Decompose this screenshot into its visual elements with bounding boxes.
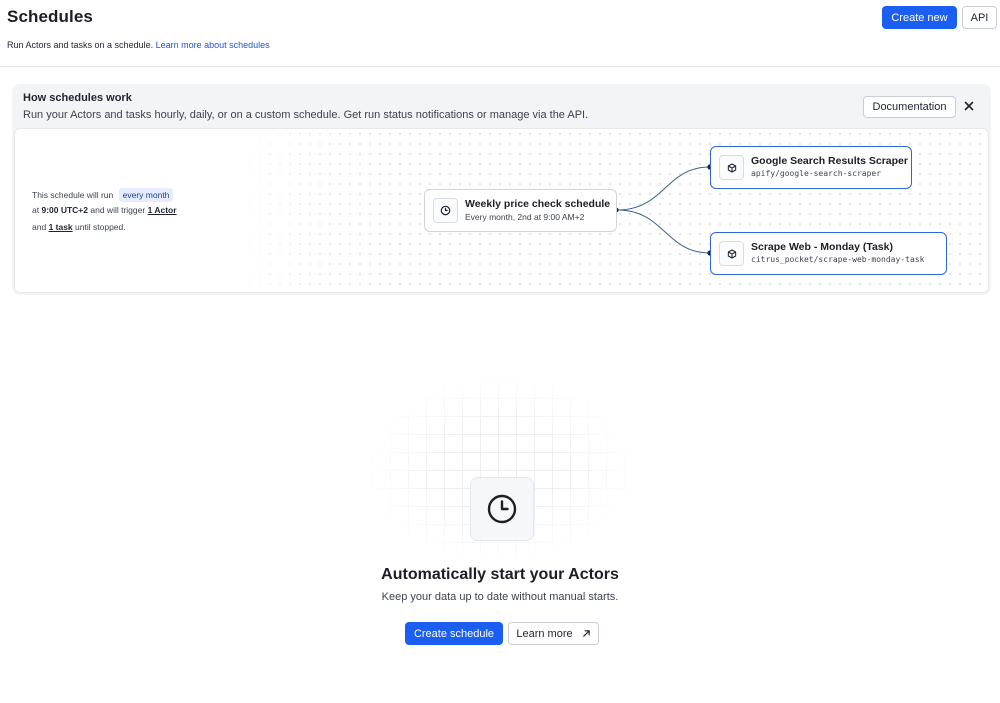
cube-icon <box>719 241 744 266</box>
target-node-id: apify/google-search-scraper <box>751 169 882 178</box>
api-button[interactable]: API <box>962 6 997 29</box>
close-icon[interactable] <box>961 98 977 114</box>
banner-title: How schedules work <box>23 92 132 104</box>
empty-state-description: Keep your data up to date without manual… <box>381 591 619 603</box>
external-arrow-icon <box>582 630 590 637</box>
page-subtitle: Run Actors and tasks on a schedule. Lear… <box>7 40 270 50</box>
target-node-name: Scrape Web - Monday (Task) <box>751 241 893 253</box>
empty-state-title: Automatically start your Actors <box>381 566 619 583</box>
create-schedule-button[interactable]: Create schedule <box>405 622 503 645</box>
target-node-task: Scrape Web - Monday (Task) citrus_pocket… <box>710 232 947 275</box>
learn-more-schedules-link[interactable]: Learn more about schedules <box>156 40 270 50</box>
clock-icon <box>487 494 517 524</box>
target-node-id: citrus_pocket/scrape-web-monday-task <box>751 255 925 264</box>
schedule-node-detail: Every month, 2nd at 9:00 AM+2 <box>465 212 585 222</box>
target-node-name: Google Search Results Scraper <box>751 155 908 167</box>
empty-state-icon-tile <box>470 477 534 541</box>
schedule-node: Weekly price check schedule Every month,… <box>424 189 617 232</box>
learn-more-button[interactable]: Learn more <box>508 622 599 645</box>
clock-icon <box>433 198 458 223</box>
page-header: Schedules Run Actors and tasks on a sche… <box>0 0 1000 67</box>
schedule-node-name: Weekly price check schedule <box>465 198 611 210</box>
subtitle-text: Run Actors and tasks on a schedule. <box>7 40 154 50</box>
schedule-diagram: This schedule will run every month at 9:… <box>14 128 989 293</box>
how-schedules-work-banner: How schedules work Run your Actors and t… <box>12 84 991 295</box>
create-new-button[interactable]: Create new <box>882 6 957 29</box>
target-node-actor: Google Search Results Scraper apify/goog… <box>710 146 912 189</box>
learn-more-label: Learn more <box>516 627 573 640</box>
cube-icon <box>719 155 744 180</box>
documentation-button[interactable]: Documentation <box>863 96 956 118</box>
banner-description: Run your Actors and tasks hourly, daily,… <box>23 109 589 121</box>
page-title: Schedules <box>7 7 93 26</box>
